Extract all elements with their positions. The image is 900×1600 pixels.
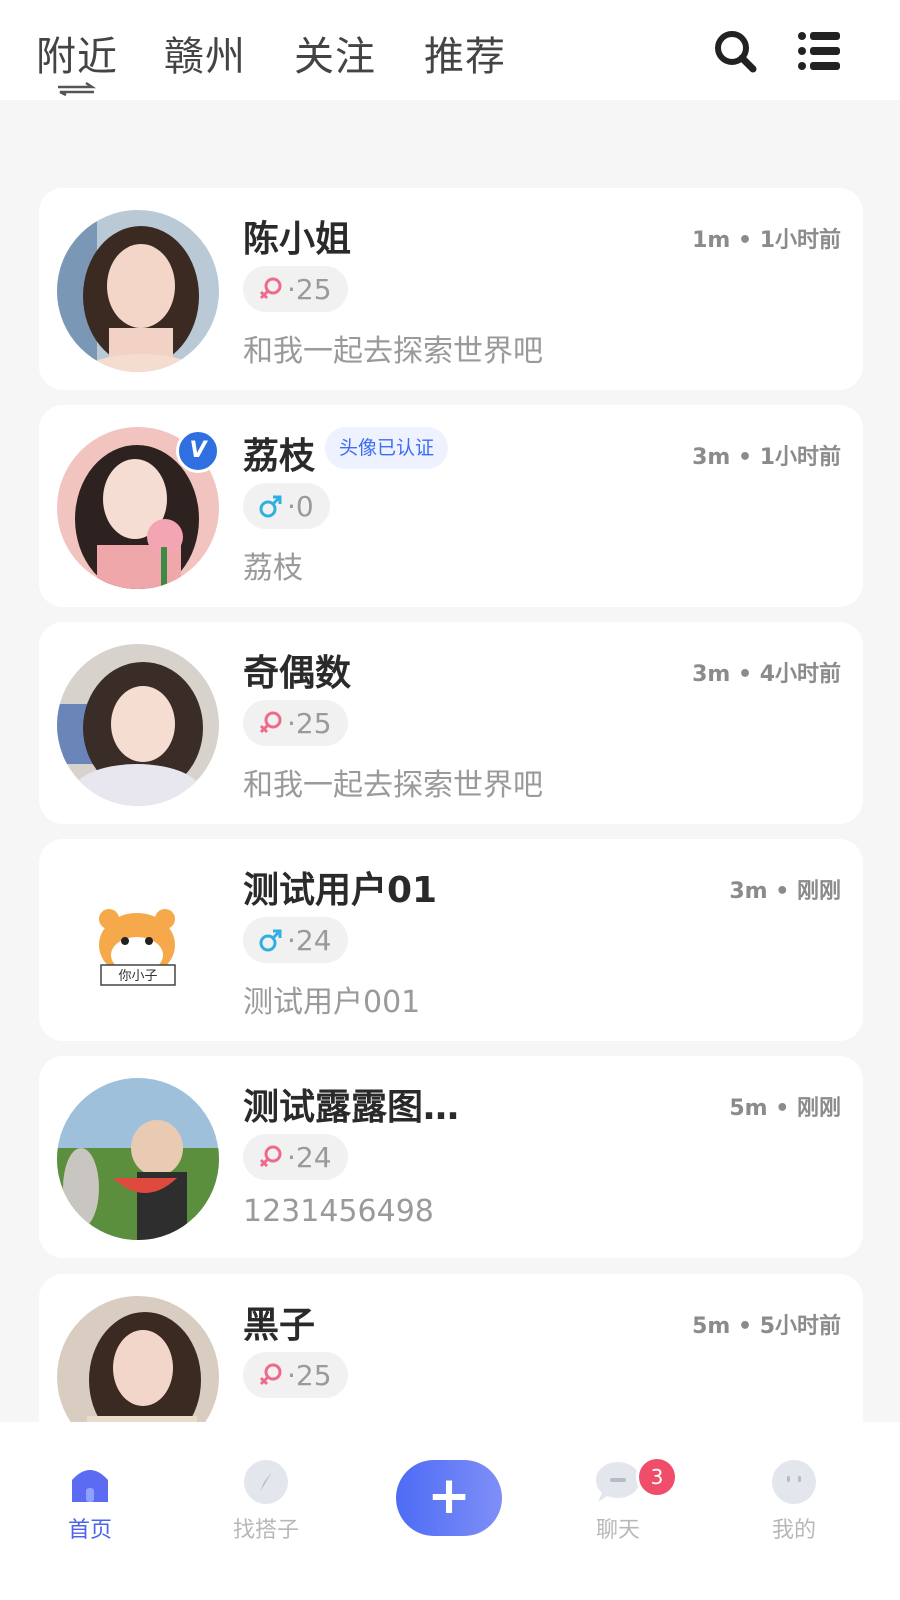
user-card[interactable]: V 荔枝 头像已认证 3m • 1小时前 ·0 荔枝	[39, 405, 863, 607]
user-name: 荔枝	[243, 436, 316, 477]
search-icon[interactable]	[712, 28, 758, 74]
distance-time: 3m • 刚刚	[729, 879, 841, 904]
verified-badge: V	[176, 429, 220, 473]
avatar[interactable]	[57, 644, 219, 806]
tab-ganzhou[interactable]: 赣州	[164, 24, 246, 82]
user-bio: 荔枝	[243, 551, 303, 586]
user-card[interactable]: 奇偶数 3m • 4小时前 ·25 和我一起去探索世界吧	[39, 622, 863, 824]
chat-unread-badge: 3	[636, 1456, 678, 1498]
user-card[interactable]: 陈小姐 1m • 1小时前 ·25 和我一起去探索世界吧	[39, 188, 863, 390]
nav-label: 首页	[67, 1518, 112, 1543]
tab-nearby[interactable]: 附近	[36, 24, 118, 82]
user-name: 陈小姐	[243, 219, 352, 260]
gender-age-badge: ·25	[243, 700, 348, 746]
male-icon	[259, 495, 282, 518]
user-name: 测试露露图…	[243, 1087, 460, 1128]
avatar[interactable]: 你小子	[57, 861, 219, 1023]
user-bio: 和我一起去探索世界吧	[243, 768, 543, 803]
tab-following[interactable]: 关注	[294, 24, 376, 82]
nav-find-partner[interactable]: 找搭子	[206, 1458, 326, 1544]
nav-me[interactable]: 我的	[734, 1458, 854, 1544]
distance-time: 5m • 刚刚	[729, 1096, 841, 1121]
avatar-mascot-text: 你小子	[118, 969, 157, 984]
add-post-button[interactable]: +	[396, 1460, 502, 1536]
distance-time: 3m • 1小时前	[692, 445, 841, 470]
nav-label: 聊天	[595, 1518, 640, 1543]
distance-time: 1m • 1小时前	[692, 228, 841, 253]
compass-icon	[244, 1460, 288, 1504]
age-text: ·25	[287, 272, 332, 306]
gender-age-badge: ·25	[243, 266, 348, 312]
user-bio: 和我一起去探索世界吧	[243, 334, 543, 369]
avatar[interactable]	[57, 210, 219, 372]
age-text: ·24	[287, 1140, 332, 1174]
user-bio: 测试用户001	[243, 985, 421, 1020]
avatar[interactable]	[57, 1078, 219, 1240]
gender-age-badge: ·25	[243, 1352, 348, 1398]
age-text: ·0	[287, 489, 314, 523]
user-name: 黑子	[243, 1305, 316, 1346]
female-icon	[259, 711, 282, 734]
female-icon	[259, 277, 282, 300]
user-bio: 1231456498	[243, 1194, 434, 1229]
gender-age-badge: ·24	[243, 1134, 348, 1180]
top-nav: 附近 赣州 关注 推荐	[0, 0, 900, 100]
user-name: 测试用户01	[243, 870, 438, 911]
gender-age-badge: ·24	[243, 917, 348, 963]
age-text: ·24	[287, 923, 332, 957]
nav-label: 找搭子	[232, 1518, 299, 1543]
nav-label: 我的	[771, 1518, 816, 1543]
gender-age-badge: ·0	[243, 483, 330, 529]
tab-recommend[interactable]: 推荐	[424, 24, 506, 82]
male-icon	[259, 929, 282, 952]
menu-list-icon[interactable]	[796, 28, 842, 74]
distance-time: 3m • 4小时前	[692, 662, 841, 687]
user-card[interactable]: 你小子 测试用户01 3m • 刚刚 ·24 测试用户001	[39, 839, 863, 1041]
avatar-verified-tag: 头像已认证	[325, 427, 449, 469]
profile-icon	[772, 1460, 816, 1504]
distance-time: 5m • 5小时前	[692, 1314, 841, 1339]
tab-active-indicator	[58, 82, 96, 96]
user-name: 奇偶数	[243, 653, 352, 694]
age-text: ·25	[287, 1358, 332, 1392]
chat-icon	[596, 1462, 640, 1502]
female-icon	[259, 1363, 282, 1386]
female-icon	[259, 1145, 282, 1168]
user-card[interactable]: 测试露露图… 5m • 刚刚 ·24 1231456498	[39, 1056, 863, 1258]
home-icon	[72, 1470, 108, 1502]
nav-home[interactable]: 首页	[30, 1458, 150, 1544]
age-text: ·25	[287, 706, 332, 740]
